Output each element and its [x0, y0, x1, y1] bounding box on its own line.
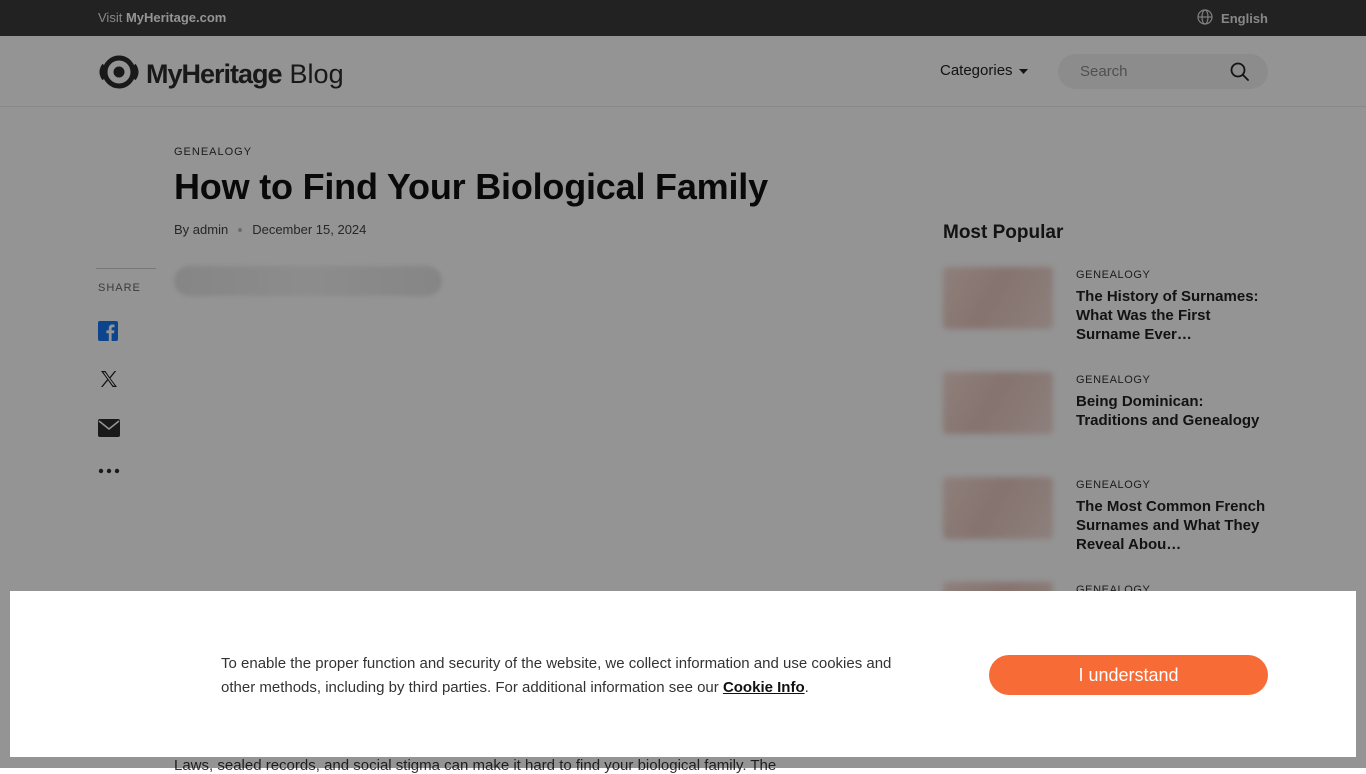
i-understand-button[interactable]: I understand: [989, 655, 1268, 695]
cookie-banner: To enable the proper function and securi…: [10, 591, 1356, 757]
cookie-message: To enable the proper function and securi…: [221, 652, 911, 700]
cookie-message-suffix: .: [804, 679, 809, 696]
cookie-info-link[interactable]: Cookie Info: [723, 679, 805, 696]
